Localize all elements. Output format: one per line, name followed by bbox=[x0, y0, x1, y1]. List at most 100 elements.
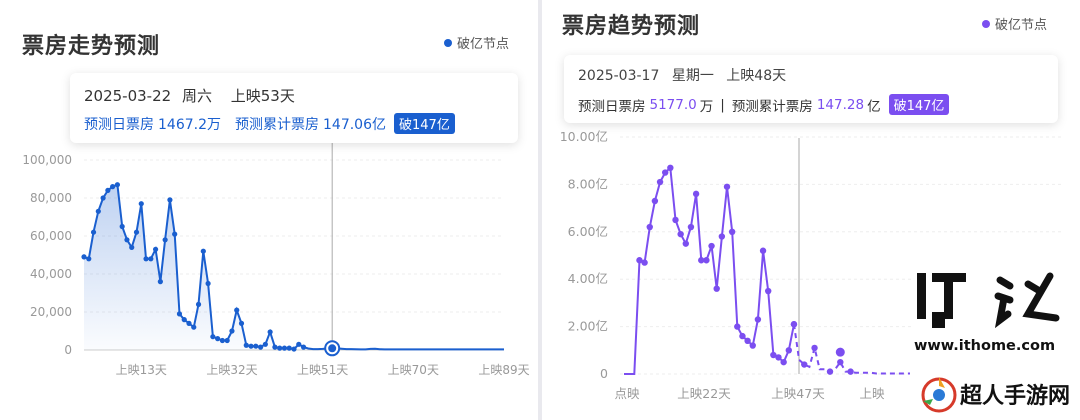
left-xtick-label: 上映70天 bbox=[388, 363, 439, 377]
watermark-url: www.ithome.com bbox=[914, 338, 1056, 354]
left-data-point bbox=[281, 345, 288, 351]
left-data-point bbox=[296, 341, 302, 347]
left-data-point bbox=[86, 256, 92, 262]
right-cum-label: 预测累计票房 bbox=[731, 98, 813, 115]
left-ytick-label: 40,000 bbox=[30, 267, 72, 281]
left-data-point bbox=[248, 343, 254, 349]
right-ytick-label: 2.00亿 bbox=[568, 319, 608, 334]
left-data-point bbox=[210, 334, 216, 340]
right-tooltip-weekday: 星期一 bbox=[671, 68, 714, 84]
right-data-point bbox=[739, 332, 746, 340]
right-cum-value: 147.28 bbox=[816, 96, 865, 113]
left-ytick-label: 100,000 bbox=[22, 153, 72, 167]
left-tooltip-weekday: 周六 bbox=[181, 87, 212, 105]
right-data-point bbox=[667, 164, 674, 172]
left-tooltip-dateline: 2025-03-22 周六 上映53天 bbox=[84, 85, 295, 106]
right-forecast-point bbox=[811, 344, 818, 352]
left-data-point bbox=[186, 320, 192, 326]
left-tooltip-date: 2025-03-22 bbox=[84, 87, 172, 105]
right-daily-unit: 万 bbox=[699, 98, 714, 115]
left-data-point bbox=[148, 256, 154, 262]
left-data-point bbox=[195, 301, 202, 307]
right-xtick-label: 上映47天 bbox=[771, 386, 825, 401]
right-sep: | bbox=[720, 96, 725, 113]
right-data-point bbox=[646, 223, 653, 231]
right-badge: 破147亿 bbox=[888, 94, 950, 115]
watermark: www.ithome.com 超人手游网 bbox=[910, 268, 1080, 420]
right-series-line bbox=[624, 165, 795, 375]
left-data-point bbox=[95, 208, 101, 214]
left-data-point bbox=[234, 307, 240, 313]
left-cum-label: 预测累计票房 bbox=[235, 116, 319, 133]
left-data-point bbox=[286, 345, 292, 351]
left-data-point bbox=[257, 344, 264, 350]
right-ytick-label: 0 bbox=[600, 366, 608, 381]
left-data-point bbox=[90, 229, 97, 235]
left-data-point bbox=[105, 187, 111, 193]
right-ytick-label: 8.00亿 bbox=[568, 176, 608, 191]
left-data-point bbox=[262, 341, 268, 347]
left-data-point bbox=[124, 237, 130, 243]
left-xtick-label: 上映32天 bbox=[206, 363, 257, 377]
right-panel: 票房趋势预测 破亿节点 10.00亿 8.00亿 6.00亿 4.00亿 2.00亿 0 点… bbox=[542, 0, 1080, 420]
left-data-point bbox=[110, 184, 116, 190]
right-data-point bbox=[656, 178, 664, 186]
right-ytick-label: 10.00亿 bbox=[560, 129, 608, 144]
right-data-point bbox=[728, 228, 736, 235]
right-data-point bbox=[641, 259, 648, 266]
left-data-point bbox=[100, 195, 106, 201]
right-forecast-point bbox=[837, 358, 844, 366]
right-ytick-label: 6.00亿 bbox=[568, 224, 608, 239]
right-daily-label: 预测日票房 bbox=[578, 98, 646, 115]
right-daily-value: 5177.0 bbox=[649, 96, 697, 113]
right-data-point bbox=[708, 242, 715, 250]
left-badge: 破147亿 bbox=[394, 113, 455, 134]
right-data-point bbox=[744, 337, 751, 345]
right-data-point bbox=[780, 358, 787, 366]
left-daily-label: 预测日票房 bbox=[84, 116, 154, 133]
left-data-point bbox=[253, 343, 259, 349]
right-tooltip-dateline: 2025-03-17 星期一 上映48天 bbox=[578, 65, 786, 85]
right-data-point bbox=[765, 287, 772, 295]
left-data-point bbox=[81, 254, 87, 260]
right-tooltip-day: 上映48天 bbox=[726, 68, 787, 84]
left-data-point bbox=[167, 197, 173, 203]
right-data-point bbox=[723, 183, 731, 190]
right-tooltip-values: 预测日票房 5177.0 万 | 预测累计票房 147.28 亿 破147亿 bbox=[578, 94, 950, 115]
right-forecast-point bbox=[790, 321, 798, 328]
right-forecast-point bbox=[847, 368, 854, 375]
right-data-point bbox=[672, 216, 679, 224]
left-tooltip: 2025-03-22 周六 上映53天 预测日票房 1467.2万 预测累计票房… bbox=[70, 73, 518, 143]
brand-logo-icon bbox=[921, 377, 957, 413]
left-tooltip-day: 上映53天 bbox=[230, 87, 295, 105]
left-data-point bbox=[138, 201, 144, 207]
right-data-point bbox=[682, 240, 689, 247]
left-chart: 100,000 80,000 60,000 40,000 20,000 0 上映13天 上映3… bbox=[22, 140, 530, 377]
left-highlight-point bbox=[328, 344, 337, 353]
right-data-point bbox=[718, 233, 726, 240]
right-xtick-label: 上映22天 bbox=[677, 386, 731, 401]
right-data-point bbox=[703, 257, 710, 264]
left-ytick-label: 0 bbox=[64, 343, 72, 357]
left-data-point bbox=[162, 237, 168, 243]
left-data-point bbox=[224, 337, 230, 344]
left-data-point bbox=[157, 279, 163, 285]
left-data-point bbox=[129, 244, 135, 250]
right-data-point bbox=[785, 347, 792, 354]
left-data-point bbox=[143, 256, 149, 262]
left-xtick-label: 上映51天 bbox=[297, 363, 348, 377]
right-data-point bbox=[775, 354, 782, 361]
right-data-point bbox=[687, 223, 695, 231]
left-data-point bbox=[215, 336, 221, 342]
left-panel: 票房走势预测 破亿节点 100,000 80,000 60,000 40,000 20,… bbox=[0, 0, 538, 420]
left-data-point bbox=[114, 182, 121, 188]
right-forecast-point bbox=[801, 361, 808, 368]
right-data-point bbox=[759, 247, 767, 254]
left-ytick-label: 20,000 bbox=[30, 305, 72, 319]
left-xtick-label: 上映89天 bbox=[478, 363, 529, 377]
right-highlight-point bbox=[835, 347, 845, 357]
left-daily-value: 1467.2万 bbox=[158, 116, 221, 133]
right-data-point bbox=[692, 190, 700, 198]
left-cum-value: 147.06亿 bbox=[323, 116, 386, 133]
watermark-brand: 超人手游网 bbox=[960, 384, 1071, 409]
